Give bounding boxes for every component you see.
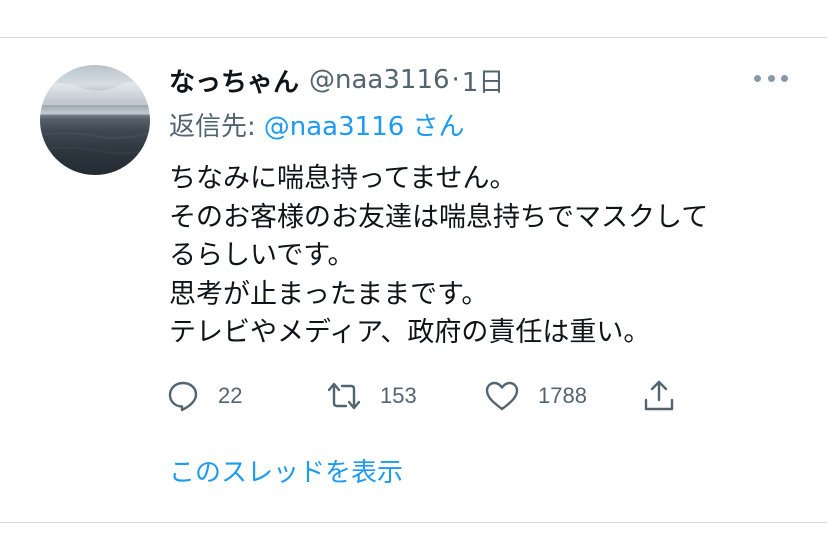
more-dots-icon[interactable] — [754, 66, 788, 90]
reply-button[interactable]: 22 — [166, 376, 242, 416]
more-dot — [767, 74, 775, 82]
avatar-sea-image — [40, 80, 150, 155]
tweet-text-line: 思考が止まったままです。 — [169, 278, 489, 310]
top-divider — [0, 37, 827, 38]
reply-label: 返信先: — [169, 111, 256, 142]
display-name[interactable]: なっちゃん — [169, 62, 299, 99]
tweet-text-line: ちなみに喘息持ってません。 — [169, 163, 517, 194]
bottom-divider — [0, 522, 827, 523]
tweet-text-line: そのお客様のお友達は喘息持ちでマスクして — [169, 201, 709, 233]
share-icon — [644, 380, 674, 411]
share-button[interactable] — [642, 376, 676, 416]
more-dot — [754, 74, 761, 82]
separator-dot: · — [451, 65, 460, 95]
retweet-count: 153 — [380, 383, 417, 408]
like-count: 1788 — [538, 383, 587, 408]
timestamp[interactable]: 1日 — [462, 62, 505, 99]
more-dot — [781, 74, 788, 82]
show-thread-link[interactable]: このスレッドを表示 — [169, 452, 403, 489]
reply-bubble-icon — [168, 381, 198, 412]
tweet-header: なっちゃん @naa3116 · 1日 — [169, 60, 504, 100]
retweet-button[interactable]: 153 — [326, 376, 417, 416]
reply-count: 22 — [218, 383, 243, 408]
retweet-icon — [327, 382, 361, 410]
avatar[interactable] — [40, 65, 150, 175]
reply-handle-link[interactable]: @naa3116 さん — [264, 106, 465, 143]
reply-context: 返信先: @naa3116 さん — [169, 106, 465, 142]
heart-icon — [485, 381, 519, 411]
like-button[interactable]: 1788 — [484, 376, 587, 416]
tweet-text-line: るらしいです。 — [169, 240, 355, 271]
user-handle[interactable]: @naa3116 — [309, 65, 450, 95]
tweet-text-line: テレビやメディア、政府の責任は重い。 — [169, 317, 651, 348]
tweet-text: ちなみに喘息持ってません。 そのお客様のお友達は喘息持ちでマスクして るらしいで… — [169, 160, 809, 353]
